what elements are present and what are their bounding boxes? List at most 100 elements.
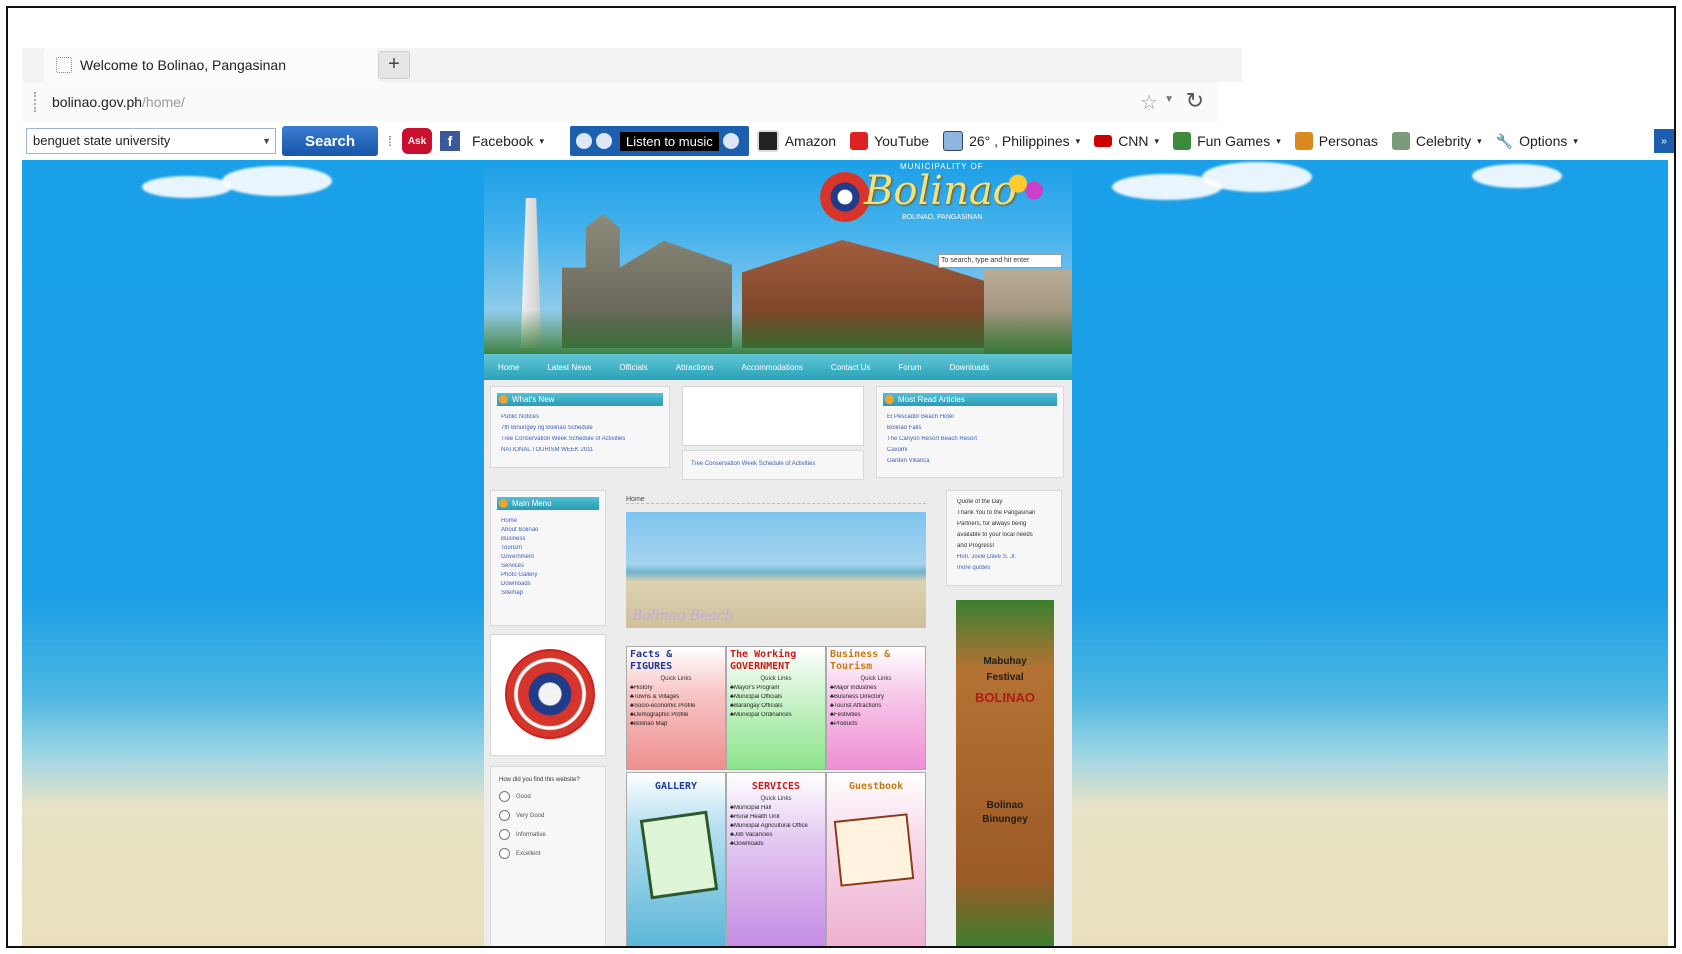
ask-icon[interactable]: Ask: [402, 128, 432, 154]
most-read-item[interactable]: Garden Villarica: [887, 458, 1053, 465]
radio-icon[interactable]: [499, 848, 510, 859]
tile-link[interactable]: Municipal Agricultural Office: [730, 823, 822, 829]
working-government-tile[interactable]: The WorkingGOVERNMENT Quick Links Mayor'…: [726, 646, 826, 770]
tile-link[interactable]: Job Vacancies: [730, 832, 822, 838]
nav-item-accommodations[interactable]: Accommodations: [727, 363, 816, 372]
tile-link[interactable]: Products: [830, 721, 922, 727]
weather-icon: [943, 131, 964, 151]
nav-item-officials[interactable]: Officials: [605, 363, 661, 372]
tile-link[interactable]: Towns & Villages: [630, 694, 722, 700]
radio-icon[interactable]: [499, 791, 510, 802]
tile-link[interactable]: Demographic Profile: [630, 712, 722, 718]
search-dropdown-icon[interactable]: ▼: [262, 136, 271, 146]
featured-link[interactable]: Tree Conservation Week Schedule of Activ…: [683, 451, 863, 468]
tile-link[interactable]: Socio-economic Profile: [630, 703, 722, 709]
cnn-button[interactable]: CNN ▾: [1094, 133, 1159, 149]
main-menu-item[interactable]: Government: [501, 554, 595, 561]
main-menu-item[interactable]: Tourism: [501, 545, 595, 552]
most-read-item[interactable]: Caxomi: [887, 447, 1053, 454]
tile-link[interactable]: Tourist Attractions: [830, 703, 922, 709]
breadcrumb[interactable]: Home: [626, 496, 926, 504]
nav-item-home[interactable]: Home: [484, 363, 533, 372]
cnn-dropdown-icon: ▾: [1154, 135, 1160, 146]
tile-link[interactable]: Festivities: [830, 712, 922, 718]
tile-link[interactable]: Rural Health Unit: [730, 814, 822, 820]
play-icon[interactable]: [576, 133, 593, 149]
url-field[interactable]: bolinao.gov.ph/home/: [52, 94, 185, 110]
address-bar[interactable]: bolinao.gov.ph/home/ ☆ ▼ ↻: [22, 82, 1218, 123]
browser-tab[interactable]: Welcome to Bolinao, Pangasinan: [44, 48, 378, 82]
main-menu-item[interactable]: Photo Gallery: [501, 572, 595, 579]
whats-new-item[interactable]: 7th Binungey ng Bolinao Schedule: [501, 425, 659, 432]
new-tab-button[interactable]: +: [378, 51, 410, 79]
most-read-item[interactable]: The Canyon Resort Beach Resort: [887, 436, 1053, 443]
fun-games-button[interactable]: Fun Games ▾: [1173, 132, 1281, 150]
tile-link[interactable]: Municipal Hall: [730, 805, 822, 811]
most-read-item[interactable]: El Pescador Beach Hotel: [887, 414, 1053, 421]
featured-link-box: Tree Conservation Week Schedule of Activ…: [682, 450, 864, 480]
tile-link[interactable]: History: [630, 685, 722, 691]
site-logo[interactable]: Bolinao: [864, 168, 1017, 214]
tile-link[interactable]: Business Directory: [830, 694, 922, 700]
gallery-tile[interactable]: GALLERY: [626, 772, 726, 946]
nav-item-latest-news[interactable]: Latest News: [533, 363, 605, 372]
reload-icon[interactable]: ↻: [1186, 88, 1204, 114]
tile-link[interactable]: Barangay Officials: [730, 703, 822, 709]
poll-option[interactable]: Good: [499, 791, 605, 802]
business-tourism-tile[interactable]: Business & Tourism Quick Links Major Ind…: [826, 646, 926, 770]
main-menu-item[interactable]: Home: [501, 518, 595, 525]
music-label: Listen to music: [620, 131, 719, 151]
main-menu-item[interactable]: Downloads: [501, 581, 595, 588]
whats-new-item[interactable]: Tree Conservation Week Schedule of Activ…: [501, 436, 659, 443]
stop-icon[interactable]: [596, 133, 613, 149]
music-menu-icon[interactable]: [722, 133, 739, 149]
quote-line: Thank You to the Pangasinan: [957, 510, 1036, 516]
poll-option[interactable]: Excellent: [499, 848, 605, 859]
toolbar-overflow-icon[interactable]: »: [1654, 129, 1674, 153]
tile-link[interactable]: Municipal Officials: [730, 694, 822, 700]
banner-line: Mabuhay: [983, 656, 1027, 667]
youtube-button[interactable]: YouTube: [850, 132, 929, 150]
celebrity-icon: [1391, 132, 1410, 150]
more-quotes-link[interactable]: more quotes: [957, 565, 1051, 572]
guestbook-tile[interactable]: Guestbook: [826, 772, 926, 946]
nav-item-contact-us[interactable]: Contact Us: [817, 363, 885, 372]
main-menu-item[interactable]: Business: [501, 536, 595, 543]
nav-item-forum[interactable]: Forum: [884, 363, 935, 372]
main-menu-item[interactable]: Services: [501, 563, 595, 570]
facebook-button[interactable]: f Facebook ▾: [440, 131, 544, 151]
poll-option[interactable]: Informative: [499, 829, 605, 840]
music-player[interactable]: Listen to music: [570, 126, 749, 156]
nav-item-downloads[interactable]: Downloads: [936, 363, 1004, 372]
radio-icon[interactable]: [499, 829, 510, 840]
whats-new-item[interactable]: Public Notices: [501, 414, 659, 421]
bayan-ng-bolinao-seal-icon[interactable]: [505, 649, 595, 739]
site-search-input[interactable]: To search, type and hit enter: [938, 254, 1062, 268]
celebrity-button[interactable]: Celebrity ▾: [1391, 132, 1482, 150]
poll-option[interactable]: Very Good: [499, 810, 605, 821]
municipal-seal-icon[interactable]: [820, 172, 870, 222]
toolbar-search-input[interactable]: benguet state university ▼: [26, 128, 276, 154]
toolbar-search-button[interactable]: Search: [282, 126, 378, 156]
bookmark-star-icon[interactable]: ☆: [1140, 90, 1158, 115]
facts-figures-tile[interactable]: Facts & FIGURES Quick Links History Town…: [626, 646, 726, 770]
main-menu-item[interactable]: Sitemap: [501, 590, 595, 597]
nav-item-attractions[interactable]: Attractions: [662, 363, 728, 372]
main-menu-item[interactable]: About Bolinao: [501, 527, 595, 534]
tile-link[interactable]: Downloads: [730, 841, 822, 847]
radio-icon[interactable]: [499, 810, 510, 821]
tile-link[interactable]: Mayor's Program: [730, 685, 822, 691]
tile-link[interactable]: Municipal Ordinances: [730, 712, 822, 718]
personas-button[interactable]: Personas: [1294, 132, 1378, 150]
tile-subtitle: Quick Links: [860, 676, 892, 682]
tile-link[interactable]: Bolinao Map: [630, 721, 722, 727]
amazon-button[interactable]: Amazon: [756, 130, 836, 152]
services-tile[interactable]: SERVICES Quick Links Municipal Hall Rura…: [726, 772, 826, 946]
options-button[interactable]: 🔧 Options ▾: [1496, 133, 1578, 150]
festival-banner[interactable]: Mabuhay Festival BOLINAO Bolinao Binunge…: [956, 600, 1054, 946]
weather-button[interactable]: 26° , Philippines ▾: [943, 131, 1080, 151]
most-read-item[interactable]: Bolinao Falls: [887, 425, 1053, 432]
tile-link[interactable]: Major Industries: [830, 685, 922, 691]
whats-new-item[interactable]: NATIONAL TOURISM WEEK 2011: [501, 447, 659, 454]
history-dropdown-icon[interactable]: ▼: [1164, 94, 1174, 105]
